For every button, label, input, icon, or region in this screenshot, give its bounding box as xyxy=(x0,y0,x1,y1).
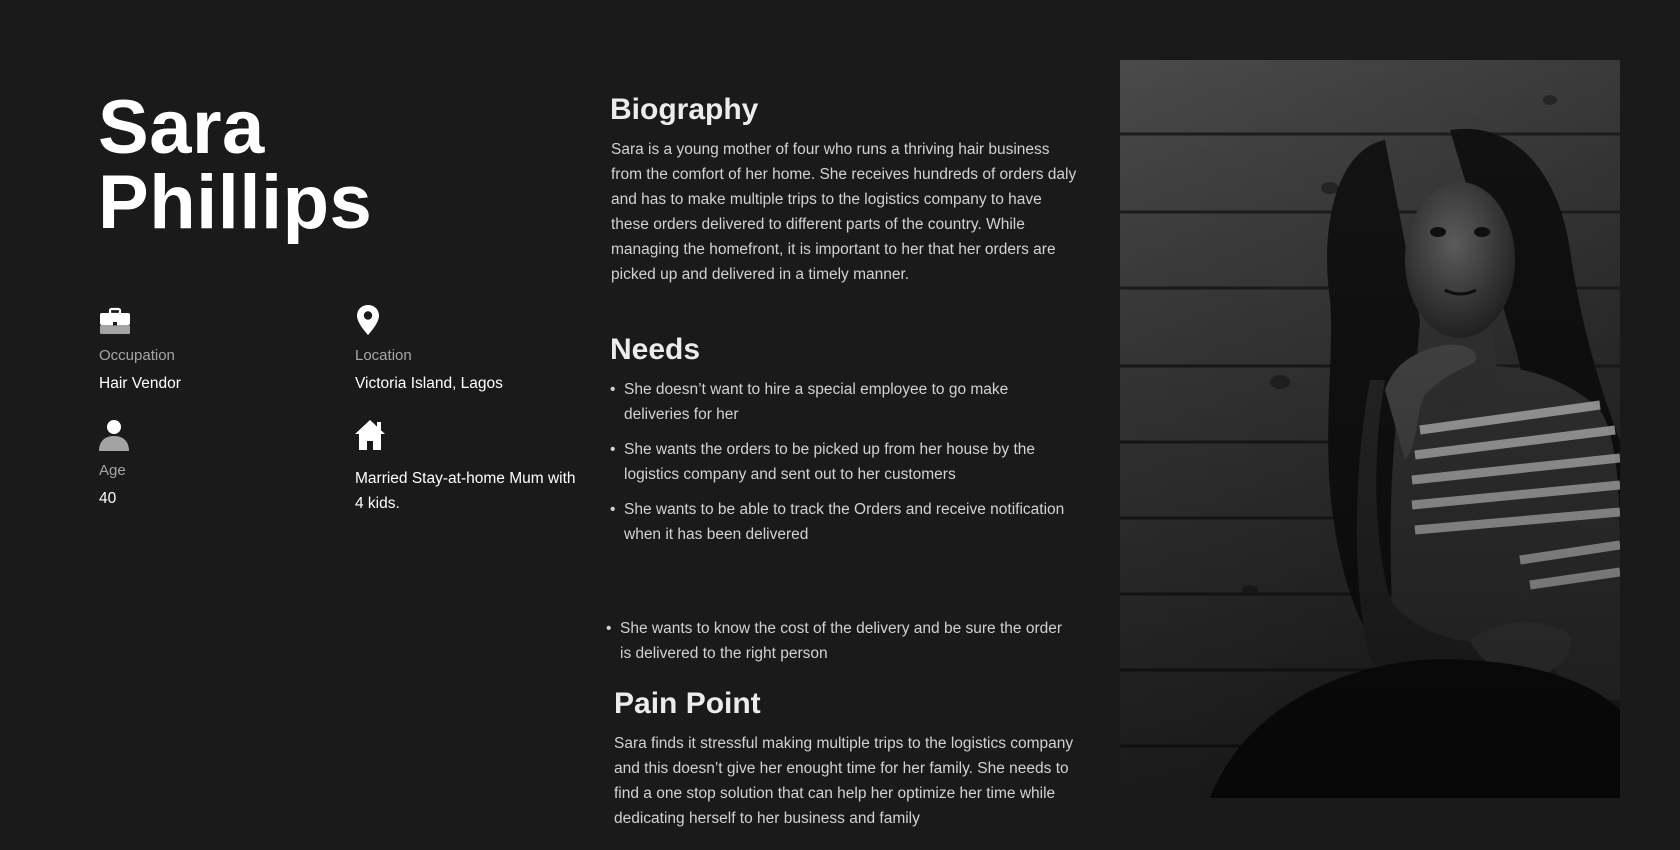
occupation-value: Hair Vendor xyxy=(99,375,181,392)
occupation-attribute: Occupation Hair Vendor xyxy=(99,304,339,396)
person-icon xyxy=(99,419,131,451)
pain-point-heading: Pain Point xyxy=(614,687,761,720)
biography-heading: Biography xyxy=(610,93,759,126)
needs-list-item: • She wants to know the cost of the deli… xyxy=(606,616,1075,662)
bullet-icon: • xyxy=(610,441,616,458)
age-label: Age xyxy=(99,462,126,479)
bullet-icon: • xyxy=(610,381,616,398)
home-icon xyxy=(355,419,387,451)
needs-list-item: • She wants to be able to track the Orde… xyxy=(610,497,1074,547)
bullet-icon: • xyxy=(606,620,612,637)
biography-text: Sara is a young mother of four who runs … xyxy=(611,141,1077,283)
portrait-illustration xyxy=(1120,60,1620,798)
needs-list-item: • She wants the orders to be picked up f… xyxy=(610,437,1074,487)
needs-heading: Needs xyxy=(610,333,701,366)
needs-item-text: She wants the orders to be picked up fro… xyxy=(624,441,1035,483)
bullet-icon: • xyxy=(610,501,616,518)
family-attribute: Married Stay-at-home Mum with 4 kids. xyxy=(355,419,585,516)
persona-name: Sara Phillips xyxy=(98,85,373,245)
pain-point-text: Sara finds it stressful making multiple … xyxy=(614,735,1074,827)
occupation-label: Occupation xyxy=(99,347,175,364)
briefcase-icon xyxy=(99,304,131,336)
needs-item-text: She wants to be able to track the Orders… xyxy=(624,501,1065,543)
location-label: Location xyxy=(355,347,412,364)
location-value: Victoria Island, Lagos xyxy=(355,375,503,392)
needs-item-text: She doesn’t want to hire a special emplo… xyxy=(624,381,1009,423)
persona-card: Sara Phillips Occupation Hair Vendor Loc… xyxy=(0,0,1680,850)
needs-item-text: She wants to know the cost of the delive… xyxy=(620,620,1063,662)
needs-list-item: • She doesn’t want to hire a special emp… xyxy=(610,377,1074,427)
persona-last-name: Phillips xyxy=(98,160,373,245)
persona-photo xyxy=(1120,60,1620,798)
age-value: 40 xyxy=(99,490,117,507)
map-pin-icon xyxy=(355,304,387,336)
persona-first-name: Sara xyxy=(98,85,265,170)
location-attribute: Location Victoria Island, Lagos xyxy=(355,304,595,396)
age-attribute: Age 40 xyxy=(99,419,339,511)
family-value: Married Stay-at-home Mum with 4 kids. xyxy=(355,470,576,512)
